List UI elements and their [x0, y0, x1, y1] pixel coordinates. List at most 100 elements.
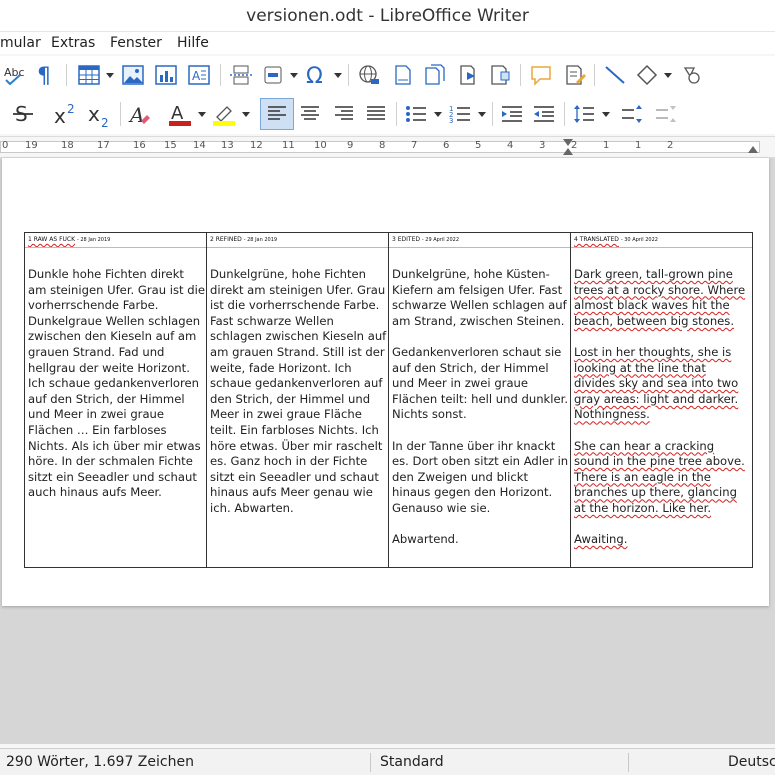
hanging-indent-marker-icon[interactable] [563, 148, 573, 155]
formatting-toolbar: S x2 x2 A A 123 [0, 94, 775, 134]
column-title: 1 RAW AS FUCK [28, 236, 76, 243]
column-title: 2 REFINED [210, 236, 242, 243]
page-break-icon[interactable] [228, 62, 254, 88]
window-title: versionen.odt - LibreOffice Writer [246, 6, 529, 26]
menu-extras[interactable]: Extras [51, 32, 95, 54]
insert-image-icon[interactable] [120, 62, 146, 88]
table-column[interactable]: 4 TRANSLATED - 30 April 2022 Dark green,… [571, 233, 752, 567]
ruler-number: 12 [250, 140, 263, 151]
paragraph: Abwartend. [392, 532, 459, 547]
ruler-number: 10 [314, 140, 327, 151]
ruler-number: 19 [25, 140, 38, 151]
ruler-number: 7 [411, 140, 418, 151]
font-color-icon[interactable]: A [166, 100, 194, 128]
ruler-number: 14 [193, 140, 206, 151]
column-text[interactable]: Dunkle hohe Fichten direkt am steinigen … [28, 267, 205, 517]
window-title-bar: versionen.odt - LibreOffice Writer [0, 0, 775, 32]
ruler-number: 2 [667, 140, 674, 151]
paragraph: Dunkelgrüne, hohe Fichten direkt am stei… [210, 267, 387, 515]
track-changes-icon[interactable] [562, 62, 588, 88]
word-count[interactable]: 290 Wörter, 1.697 Zeichen [6, 749, 194, 775]
insert-table-icon[interactable] [76, 62, 102, 88]
table-column[interactable]: 3 EDITED - 29 April 2022 Dunkelgrüne, ho… [389, 233, 571, 567]
svg-text:A: A [192, 69, 201, 83]
column-text[interactable]: Dark green, tall-grown pine trees at a r… [574, 267, 750, 563]
column-text[interactable]: Dunkelgrüne, hohe Fichten direkt am stei… [210, 267, 387, 532]
insert-field-icon[interactable] [260, 62, 286, 88]
table-column[interactable]: 1 RAW AS FUCK - 28 Jan 2019 Dunkle hohe … [25, 233, 207, 567]
svg-text:2: 2 [101, 116, 109, 127]
paragraph: Gedankenverloren schaut sie auf den Stri… [392, 344, 569, 422]
table-column[interactable]: 2 REFINED - 28 Jan 2019 Dunkelgrüne, hoh… [207, 233, 389, 567]
column-date: - 28 Jan 2019 [76, 237, 111, 243]
paragraph: She can hear a cracking sound in the pin… [574, 438, 745, 515]
svg-text:2: 2 [67, 102, 75, 116]
column-heading: 2 REFINED - 28 Jan 2019 [210, 236, 277, 243]
svg-text:Abc: Abc [4, 66, 25, 79]
ruler-number: 17 [97, 140, 110, 151]
horizontal-ruler[interactable]: 0 19 18 17 16 15 14 13 12 11 10 9 8 7 6 … [0, 136, 775, 158]
ruler-number: 0 [2, 140, 9, 151]
strikethrough-icon[interactable]: S [10, 100, 36, 128]
highlighting-color-icon[interactable] [210, 100, 238, 128]
spellcheck-icon[interactable]: Abc [2, 62, 28, 88]
ruler-number: 8 [379, 140, 386, 151]
decrease-indent-icon[interactable] [530, 100, 558, 128]
svg-text:x: x [88, 102, 100, 126]
ruler-number: 4 [507, 140, 514, 151]
column-title: 4 TRANSLATED [574, 236, 619, 243]
page-style[interactable]: Standard [380, 749, 444, 775]
ordered-list-icon[interactable]: 123 [446, 100, 474, 128]
cross-reference-icon[interactable] [456, 62, 482, 88]
svg-text:A: A [128, 103, 144, 127]
language-status[interactable]: Deutsc [728, 749, 775, 775]
column-heading: 1 RAW AS FUCK - 28 Jan 2019 [28, 236, 110, 243]
clear-formatting-icon[interactable]: A [126, 100, 154, 128]
menu-hilfe[interactable]: Hilfe [177, 32, 209, 54]
increase-paragraph-spacing-icon[interactable] [618, 100, 646, 128]
draw-line-icon[interactable] [602, 62, 628, 88]
svg-text:x: x [54, 104, 66, 127]
special-character-icon[interactable]: Ω [302, 60, 330, 90]
ruler-number: 6 [443, 140, 450, 151]
ruler-number: 11 [282, 140, 295, 151]
hyperlink-icon[interactable] [356, 62, 382, 88]
paragraph: Dark green, tall-grown pine trees at a r… [574, 267, 746, 328]
align-center-icon[interactable] [296, 100, 324, 128]
comment-icon[interactable] [528, 62, 554, 88]
justify-icon[interactable] [362, 100, 390, 128]
right-indent-marker-icon[interactable] [748, 146, 758, 153]
basic-shapes-icon[interactable] [634, 62, 660, 88]
column-text[interactable]: Dunkelgrüne, hohe Küsten-Kiefern am fels… [392, 267, 569, 563]
draw-functions-icon[interactable] [678, 62, 704, 88]
svg-text:A: A [171, 103, 184, 124]
ruler-number: 9 [347, 140, 354, 151]
unordered-list-icon[interactable] [402, 100, 430, 128]
subscript-icon[interactable]: x2 [86, 100, 116, 128]
standard-toolbar: Abc ¶ A Ω [0, 56, 775, 94]
ruler-number: 1 [603, 140, 610, 151]
menu-fenster[interactable]: Fenster [110, 32, 162, 54]
endnote-icon[interactable] [422, 62, 448, 88]
align-right-icon[interactable] [330, 100, 358, 128]
ruler-number: 18 [61, 140, 74, 151]
line-spacing-icon[interactable] [570, 100, 598, 128]
align-left-button[interactable] [260, 98, 294, 130]
insert-chart-icon[interactable] [153, 62, 179, 88]
formatting-marks-icon[interactable]: ¶ [34, 62, 58, 88]
indent-marker-icon[interactable] [563, 139, 573, 146]
paragraph: Dunkle hohe Fichten direkt am steinigen … [28, 267, 205, 500]
ruler-number: 5 [475, 140, 482, 151]
decrease-paragraph-spacing-icon[interactable] [652, 100, 680, 128]
increase-indent-icon[interactable] [498, 100, 526, 128]
version-table[interactable]: 1 RAW AS FUCK - 28 Jan 2019 Dunkle hohe … [24, 232, 753, 568]
status-bar: 290 Wörter, 1.697 Zeichen Standard Deuts… [0, 748, 775, 775]
column-date: - 30 April 2022 [620, 237, 658, 243]
column-date: - 29 April 2022 [421, 237, 459, 243]
menu-formular[interactable]: mular [0, 32, 41, 54]
superscript-icon[interactable]: x2 [52, 100, 82, 128]
bookmark-icon[interactable] [488, 62, 514, 88]
ruler-number: 16 [133, 140, 146, 151]
insert-textbox-icon[interactable]: A [186, 62, 212, 88]
footnote-icon[interactable] [390, 62, 416, 88]
